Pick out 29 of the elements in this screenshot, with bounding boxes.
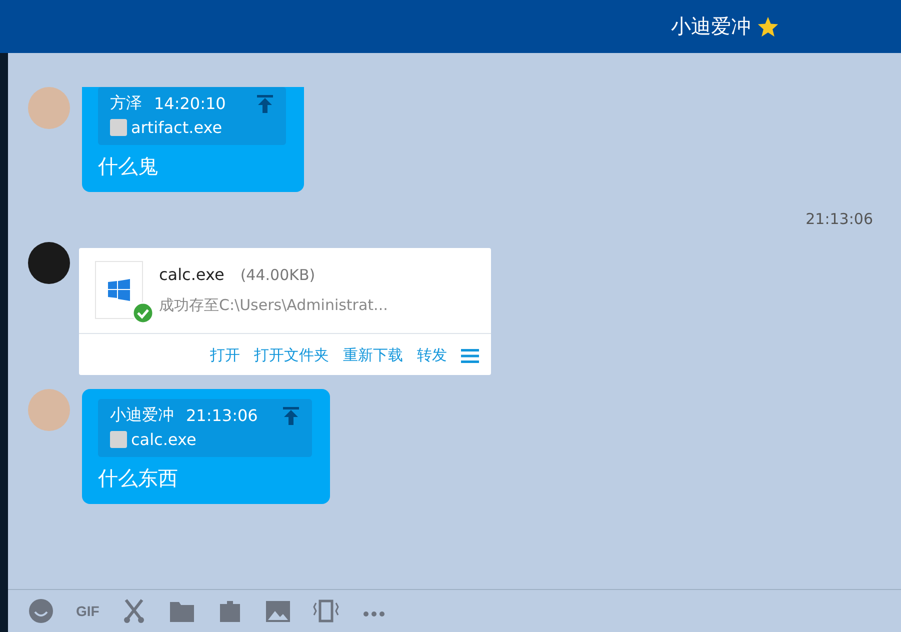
timestamp: 21:13:06 <box>806 210 873 228</box>
sender-name: 小迪爱冲 <box>110 405 174 426</box>
save-status: 成功存至C:\Users\Administrat... <box>159 296 388 315</box>
message-time: 21:13:06 <box>186 406 258 425</box>
avatar[interactable] <box>28 242 70 284</box>
upload-icon[interactable] <box>282 406 300 424</box>
message-text: 什么东西 <box>98 465 179 492</box>
action-link[interactable]: 打开 <box>210 346 240 365</box>
message-time: 14:20:10 <box>154 94 226 113</box>
file-name: calc.exe <box>131 430 196 449</box>
file-name: artifact.exe <box>131 118 222 137</box>
action-link[interactable]: 重新下载 <box>343 346 403 365</box>
chat-title: 小迪爱冲 <box>671 13 751 40</box>
message-text: 什么鬼 <box>98 153 159 180</box>
file-name: calc.exe <box>159 265 224 284</box>
upload-icon[interactable] <box>256 94 274 112</box>
check-icon <box>132 302 154 324</box>
action-link[interactable]: 打开文件夹 <box>254 346 329 365</box>
windows-logo-icon <box>108 279 130 301</box>
menu-icon[interactable] <box>461 348 479 362</box>
unknown-file-icon <box>110 119 127 136</box>
unknown-file-icon <box>110 431 127 448</box>
gif-button[interactable]: GIF <box>76 598 100 624</box>
action-link[interactable]: 转发 <box>417 346 447 365</box>
shake-icon[interactable] <box>313 598 340 624</box>
emoji-icon[interactable] <box>28 598 54 624</box>
file-size: (44.00KB) <box>240 266 316 284</box>
sender-name: 方泽 <box>110 93 142 114</box>
image-icon[interactable] <box>265 598 292 624</box>
